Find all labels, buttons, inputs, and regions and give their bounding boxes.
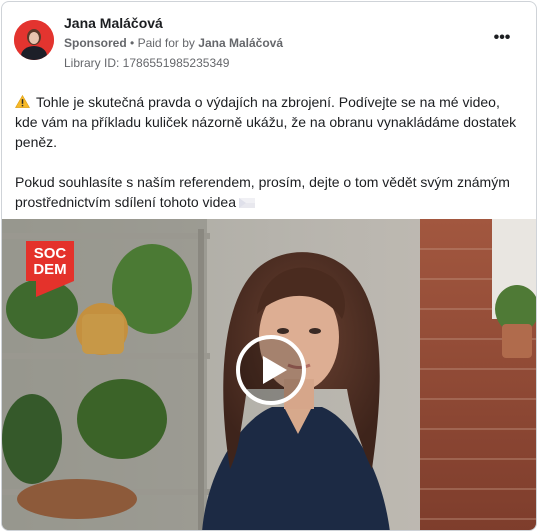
ad-card: Jana Maláčová Sponsored • Paid for by Ja… (1, 1, 537, 531)
warning-icon (15, 95, 30, 108)
library-id: Library ID: 1786551985235349 (64, 56, 230, 70)
post-paragraph-1: Tohle je skutečná pravda o výdajích na z… (15, 94, 517, 150)
paid-for-prefix: Paid for by (137, 36, 195, 50)
more-options-icon[interactable]: ••• (488, 30, 516, 49)
page-name[interactable]: Jana Maláčová (64, 15, 163, 31)
czech-flag-icon (239, 198, 256, 208)
video-player[interactable]: SOC DEM (2, 219, 536, 530)
svg-text:SOC: SOC (34, 245, 67, 262)
sponsored-meta: Sponsored • Paid for by Jana Maláčová (64, 36, 283, 50)
socdem-logo: SOC DEM (26, 241, 74, 297)
post-paragraph-2: Pokud souhlasíte s naším referendem, pro… (15, 174, 510, 210)
play-icon[interactable] (235, 334, 307, 406)
avatar[interactable] (14, 20, 54, 60)
paid-for-name[interactable]: Jana Maláčová (198, 36, 283, 50)
post-text: Tohle je skutečná pravda o výdajích na z… (15, 92, 525, 232)
meta-separator: • (130, 36, 138, 50)
svg-text:DEM: DEM (33, 261, 66, 278)
post-header: Jana Maláčová Sponsored • Paid for by Ja… (14, 15, 524, 75)
sponsored-label: Sponsored (64, 36, 127, 50)
